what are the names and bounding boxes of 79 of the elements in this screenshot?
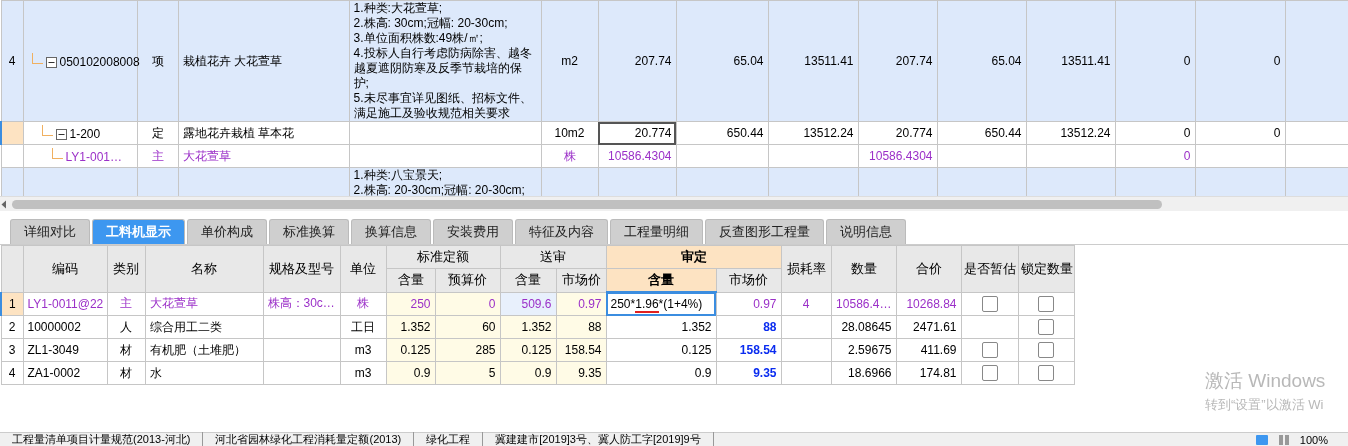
value-cell: 1.352 bbox=[606, 315, 716, 339]
column-header[interactable]: 损耗率 bbox=[781, 245, 831, 292]
column-header[interactable]: 数量 bbox=[831, 245, 896, 292]
row-number-cell: 4 bbox=[1, 0, 23, 122]
status-item: 河北省园林绿化工程消耗量定额(2013) bbox=[203, 432, 415, 446]
checkbox[interactable] bbox=[1038, 319, 1054, 335]
collapse-icon[interactable] bbox=[55, 128, 67, 140]
name-cell: 大花萱草 bbox=[145, 292, 263, 316]
group-header: 审定 bbox=[606, 245, 781, 269]
name-cell: 有机肥（土堆肥） bbox=[145, 338, 263, 362]
column-header[interactable]: 是否暂估 bbox=[961, 245, 1018, 292]
activation-hint: 转到“设置”以激活 Wi bbox=[1205, 396, 1325, 414]
column-header[interactable]: 锁定数量 bbox=[1018, 245, 1074, 292]
status-item: 绿化工程 bbox=[414, 432, 484, 446]
tree-line bbox=[51, 147, 63, 159]
column-header[interactable]: 规格及型号 bbox=[263, 245, 340, 292]
value-cell: 13511.41 bbox=[768, 0, 858, 122]
name-cell: 大花萱草 bbox=[178, 144, 349, 168]
value-cell: 0 bbox=[1195, 0, 1285, 122]
code-text: 1-200 bbox=[69, 127, 101, 142]
value-cell: 0 bbox=[1115, 0, 1195, 122]
tab[interactable]: 详细对比 bbox=[10, 219, 90, 244]
tab[interactable]: 反查图形工程量 bbox=[705, 219, 824, 244]
checkbox[interactable] bbox=[1038, 365, 1054, 381]
value-cell bbox=[1285, 167, 1348, 196]
tab[interactable]: 特征及内容 bbox=[515, 219, 608, 244]
features-cell: 1.种类:八宝景天; 2.株高: 20-30cm;冠幅: 20-30cm; bbox=[349, 167, 541, 196]
code-text: LY1-001… bbox=[65, 150, 122, 165]
tab[interactable]: 单价构成 bbox=[187, 219, 267, 244]
features-cell: 1.种类:大花萱草; 2.株高: 30cm;冠幅: 20-30cm; 3.单位面积株数:49株/㎡; 4.投标人自行考虑防病除害、越冬越夏遮阴防寒及反季节栽培的保护; 5.未尽事宜详见图纸、招标文件、满足施工及验收规范相关要求 bbox=[349, 0, 541, 122]
tree-line bbox=[41, 124, 53, 136]
name-cell: 栽植花卉 大花萱草 bbox=[178, 0, 349, 122]
name-cell: 露地花卉栽植 草本花 bbox=[178, 121, 349, 145]
horizontal-scrollbar[interactable] bbox=[0, 196, 1348, 211]
value-cell: 0.9 bbox=[606, 361, 716, 385]
tab[interactable]: 说明信息 bbox=[826, 219, 906, 244]
zoom-level: 100% bbox=[1299, 433, 1328, 446]
tab[interactable]: 安装费用 bbox=[433, 219, 513, 244]
scroll-left-icon[interactable] bbox=[0, 199, 8, 209]
value-cell: 65.04 bbox=[937, 0, 1026, 122]
value-cell: 13511.41 bbox=[1026, 0, 1115, 122]
value-cell: 20.774 bbox=[598, 121, 676, 145]
value-cell: 65.04 bbox=[676, 0, 768, 122]
group-header: 标准定额 bbox=[386, 245, 500, 269]
value-cell: 207.74 bbox=[858, 0, 937, 122]
value-cell: 0.125 bbox=[606, 338, 716, 362]
collapse-icon[interactable] bbox=[45, 56, 57, 68]
value-cell: 207.74 bbox=[598, 0, 676, 122]
formula-input[interactable]: 250*1.96*(1+4%) bbox=[606, 292, 716, 316]
column-header[interactable]: 合价 bbox=[896, 245, 961, 292]
status-item: 冀建建市[2019]3号、冀人防工字[2019]9号 bbox=[483, 432, 714, 446]
group-header: 送审 bbox=[500, 245, 606, 269]
column-header[interactable]: 编码 bbox=[23, 245, 107, 292]
unit-cell: m2 bbox=[541, 0, 598, 122]
column-header[interactable]: 名称 bbox=[145, 245, 263, 292]
scrollbar-thumb[interactable] bbox=[12, 199, 1162, 209]
checkbox[interactable] bbox=[981, 365, 998, 381]
row-number-cell: 3 bbox=[1, 338, 23, 362]
checkbox[interactable] bbox=[1038, 342, 1054, 358]
row-number-cell: 2 bbox=[1, 315, 23, 339]
column-header[interactable]: 类别 bbox=[107, 245, 145, 292]
tab[interactable]: 标准换算 bbox=[269, 219, 349, 244]
columns-icon[interactable] bbox=[1277, 434, 1290, 445]
column-header[interactable]: 单位 bbox=[340, 245, 386, 292]
view-icon[interactable] bbox=[1255, 434, 1268, 445]
checkbox[interactable] bbox=[1038, 295, 1054, 312]
name-cell: 综合用工二类 bbox=[145, 315, 263, 339]
code-text: 050102008008 bbox=[59, 55, 140, 70]
checkbox[interactable] bbox=[981, 295, 998, 312]
tree-line bbox=[31, 52, 43, 64]
row-number-cell: 1 bbox=[1, 292, 23, 316]
tab[interactable]: 换算信息 bbox=[351, 219, 431, 244]
column-header[interactable]: 含量 bbox=[606, 268, 716, 292]
tab[interactable]: 工程量明细 bbox=[610, 219, 703, 244]
checkbox[interactable] bbox=[981, 342, 998, 358]
activation-title: 激活 Windows bbox=[1205, 369, 1326, 393]
status-item: 工程量清单项目计量规范(2013-河北) bbox=[0, 432, 204, 446]
row-number-cell: 4 bbox=[1, 361, 23, 385]
name-cell: 水 bbox=[145, 361, 263, 385]
